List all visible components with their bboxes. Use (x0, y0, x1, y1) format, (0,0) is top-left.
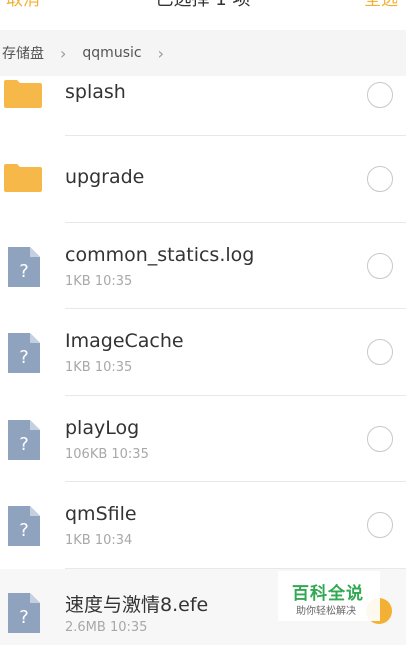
item-name: upgrade (65, 166, 145, 188)
list-item[interactable]: ? ImageCache 1KB 10:35 (0, 309, 406, 396)
select-checkbox[interactable] (367, 425, 393, 452)
folder-icon (4, 80, 42, 108)
svg-text:?: ? (19, 520, 29, 541)
item-name: qmSfile (65, 503, 137, 526)
unknown-file-icon: ? (8, 506, 40, 547)
svg-text:?: ? (19, 347, 29, 368)
select-checkbox[interactable] (367, 339, 393, 366)
svg-text:?: ? (19, 607, 29, 628)
folder-icon (4, 164, 42, 192)
watermark-subtitle: 助你轻松解决 (296, 606, 356, 617)
unknown-file-icon: ? (8, 333, 40, 374)
item-meta: 106KB 10:35 (65, 446, 149, 462)
top-bar: 取消 已选择 1 项 全选 (0, 0, 406, 26)
item-meta: 1KB 10:34 (65, 533, 133, 549)
select-checkbox[interactable] (367, 82, 393, 108)
item-name: splash (65, 81, 126, 103)
item-meta: 1KB 10:35 (65, 360, 133, 376)
list-item[interactable]: ? playLog 106KB 10:35 (0, 395, 406, 483)
item-meta: 2.6MB 10:35 (65, 619, 148, 635)
list-item[interactable]: ? common_statics.log 1KB 10:35 (0, 222, 406, 310)
breadcrumb-root[interactable]: 存储盘 (2, 43, 44, 63)
select-checkbox[interactable] (367, 512, 393, 539)
select-checkbox[interactable] (367, 166, 393, 192)
item-name: playLog (65, 416, 140, 439)
item-name: common_statics.log (65, 243, 255, 266)
unknown-file-icon: ? (8, 592, 40, 633)
unknown-file-icon: ? (8, 419, 40, 460)
unknown-file-icon: ? (8, 246, 40, 287)
selection-title: 已选择 1 项 (0, 0, 406, 12)
watermark-title: 百科全说 (292, 584, 364, 604)
chevron-right-icon: › (157, 43, 164, 63)
svg-text:?: ? (19, 434, 29, 455)
watermark-logo: 百科全说 助你轻松解决 (278, 571, 380, 621)
select-checkbox[interactable] (367, 252, 393, 279)
chevron-right-icon: › (60, 43, 67, 63)
item-name: ImageCache (65, 330, 184, 353)
file-selection-screen: 取消 已选择 1 项 全选 存储盘 › qqmusic › splash upg… (0, 0, 406, 645)
item-meta: 1KB 10:35 (65, 273, 133, 289)
svg-text:?: ? (19, 261, 29, 282)
breadcrumb-folder[interactable]: qqmusic (82, 45, 141, 61)
list-item[interactable]: ? qmSfile 1KB 10:34 (0, 482, 406, 569)
file-list: splash upgrade ? common_statics.log 1KB … (0, 76, 406, 645)
select-all-button[interactable]: 全选 (364, 0, 398, 12)
item-name: 速度与激情8.efe (65, 593, 209, 616)
list-item[interactable]: splash (0, 76, 406, 136)
breadcrumb: 存储盘 › qqmusic › (0, 30, 406, 76)
list-item[interactable]: upgrade (0, 136, 406, 223)
